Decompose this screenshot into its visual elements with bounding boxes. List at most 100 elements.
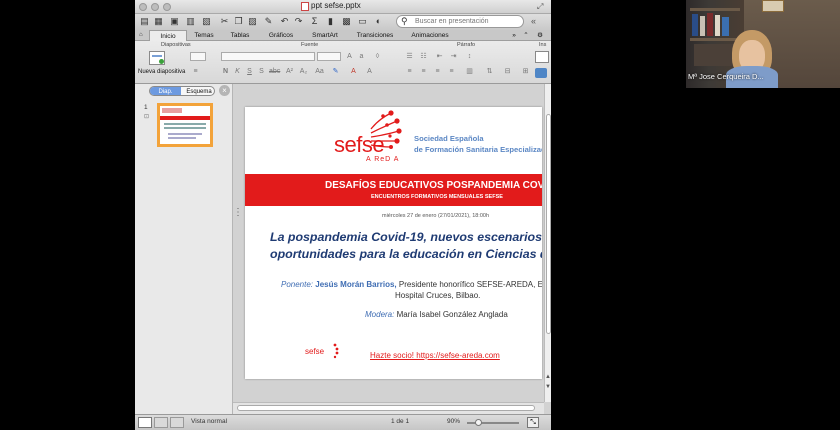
textbox-icon[interactable]: ▭ <box>357 16 368 27</box>
slide-transition-icon: ⊡ <box>144 114 150 120</box>
participant-video[interactable]: Mª Jose Cerqueira D... <box>686 0 840 88</box>
join-link[interactable]: Hazte socio! https://sefse-areda.com <box>370 351 500 360</box>
change-case-icon[interactable]: Aa <box>315 68 324 76</box>
print-icon[interactable]: ▧ <box>201 16 212 27</box>
templates-icon[interactable]: ▦ <box>153 16 164 27</box>
picture-icon[interactable]: ▩ <box>341 16 352 27</box>
scroll-up-icon[interactable]: ▲ <box>545 374 551 380</box>
sum-icon[interactable]: Σ <box>309 16 320 27</box>
fullscreen-icon[interactable]: ⤢ <box>537 2 543 12</box>
bullets-icon[interactable]: ☰ <box>405 53 414 61</box>
home-icon[interactable]: ⌂ <box>139 32 143 38</box>
align-center-icon[interactable]: ≡ <box>419 68 428 76</box>
zoom-slider[interactable] <box>467 419 519 426</box>
close-window-button[interactable] <box>139 3 147 11</box>
superscript-icon[interactable]: A² <box>285 68 294 76</box>
headline-line1: La pospandemia Covid-19, nuevos escenari… <box>270 230 542 244</box>
zoom-slider-thumb[interactable] <box>475 419 482 426</box>
fit-to-window-icon[interactable]: ⤡ <box>527 417 539 428</box>
close-pane-icon[interactable]: × <box>219 85 230 96</box>
zoom-window-button[interactable] <box>163 3 171 11</box>
group-label-insert: Ins <box>539 42 547 48</box>
justify-icon[interactable]: ≡ <box>447 68 456 76</box>
more-tabs-icon[interactable]: » <box>509 30 519 41</box>
tab-graficos[interactable]: Gráficos <box>265 30 297 41</box>
vertical-scroll-thumb[interactable] <box>546 114 551 334</box>
font-name-field[interactable] <box>221 52 315 61</box>
columns-icon[interactable]: ▥ <box>465 68 474 76</box>
shadow-icon[interactable]: S <box>257 68 266 76</box>
italic-icon[interactable]: K <box>233 68 242 76</box>
font-color-icon[interactable]: A <box>349 68 358 76</box>
tab-outline-view[interactable]: Esquema <box>182 87 214 95</box>
decrease-font-icon[interactable]: a <box>357 53 366 61</box>
line-spacing-icon[interactable]: ↕ <box>465 53 474 61</box>
cut-icon[interactable]: ✂ <box>219 16 230 27</box>
section-icon[interactable]: ≡ <box>191 68 200 76</box>
paste-icon[interactable]: ▨ <box>247 16 258 27</box>
collapse-ribbon-icon[interactable]: ⌃ <box>521 30 531 41</box>
text-direction-icon[interactable]: ⇅ <box>485 68 494 76</box>
align-text-icon[interactable]: ⊟ <box>503 68 512 76</box>
group-label-slides: Diapositivas <box>161 42 191 48</box>
society-name-line1: Sociedad Española <box>414 134 484 143</box>
decrease-indent-icon[interactable]: ⇤ <box>435 53 444 61</box>
tab-inicio[interactable]: Inicio <box>149 30 187 41</box>
tab-tablas[interactable]: Tablas <box>227 30 253 41</box>
pane-view-switch: Diap. Esquema <box>149 86 215 96</box>
minimize-window-button[interactable] <box>151 3 159 11</box>
sorter-view-icon[interactable] <box>154 417 168 428</box>
search-input[interactable]: Buscar en presentación <box>396 15 524 28</box>
ribbon-settings-icon[interactable]: ⚙ <box>533 30 547 41</box>
open-folder-icon[interactable]: ▣ <box>169 16 180 27</box>
scroll-down-icon[interactable]: ▼ <box>545 384 551 390</box>
save-icon[interactable]: ▥ <box>185 16 196 27</box>
format-painter-icon[interactable]: ✎ <box>263 16 274 27</box>
horizontal-scroll-thumb[interactable] <box>237 405 535 411</box>
zoom-level: 90% <box>447 418 461 425</box>
slide-thumbnail-1[interactable] <box>157 103 213 147</box>
collapse-toolbar-icon[interactable]: « <box>531 16 536 26</box>
zoom-icon[interactable]: ◐ <box>373 16 384 27</box>
shape-insert-icon[interactable] <box>535 68 547 78</box>
copy-icon[interactable]: ❐ <box>233 16 244 27</box>
society-name-line2: de Formación Sanitaria Especializada <box>414 145 542 154</box>
pane-resize-handle[interactable]: ⋮ <box>233 204 243 222</box>
tab-slides-view[interactable]: Diap. <box>150 87 181 95</box>
underline-icon[interactable]: S <box>245 68 254 76</box>
new-document-icon[interactable]: ▤ <box>139 16 150 27</box>
redo-icon[interactable]: ↷ <box>293 16 304 27</box>
numbering-icon[interactable]: ☷ <box>419 53 428 61</box>
text-effects-icon[interactable]: A <box>365 68 374 76</box>
align-right-icon[interactable]: ≡ <box>433 68 442 76</box>
highlight-icon[interactable]: ✎ <box>331 68 340 76</box>
align-left-icon[interactable]: ≡ <box>405 68 414 76</box>
undo-icon[interactable]: ↶ <box>279 16 290 27</box>
chart-icon[interactable]: ▮ <box>325 16 336 27</box>
slide-canvas[interactable]: sefse A ReD A Sociedad Española de Forma… <box>245 107 542 379</box>
smartart-convert-icon[interactable]: ⊞ <box>521 68 530 76</box>
strikethrough-icon[interactable]: abc <box>269 68 280 76</box>
tab-animaciones[interactable]: Animaciones <box>407 30 453 41</box>
slideshow-view-icon[interactable] <box>170 417 184 428</box>
subscript-icon[interactable]: A₂ <box>299 68 308 76</box>
slide-editor: ⋮ sefse A ReD A Sociedad Española de For… <box>233 84 551 414</box>
moderator-name: María Isabel González Anglada <box>396 310 508 319</box>
layout-dropdown[interactable] <box>190 52 206 61</box>
moderator-label: Modera: <box>365 310 395 319</box>
vertical-scrollbar[interactable]: ▲ ▼ <box>544 84 551 402</box>
normal-view-icon[interactable] <box>138 417 152 428</box>
clear-format-icon[interactable]: ◊ <box>373 53 382 61</box>
tab-temas[interactable]: Temas <box>191 30 217 41</box>
increase-indent-icon[interactable]: ⇥ <box>449 53 458 61</box>
new-slide-icon[interactable] <box>149 51 165 65</box>
font-size-field[interactable] <box>317 52 341 61</box>
bold-icon[interactable]: N <box>221 68 230 76</box>
horizontal-scrollbar[interactable] <box>233 402 544 414</box>
participant-name: Mª Jose Cerqueira D... <box>688 72 764 81</box>
tab-transiciones[interactable]: Transiciones <box>353 30 397 41</box>
tab-smartart[interactable]: SmartArt <box>307 30 343 41</box>
increase-font-icon[interactable]: A <box>345 53 354 61</box>
new-slide-button[interactable]: Nueva diapositiva <box>138 69 185 75</box>
textbox-insert-icon[interactable] <box>535 51 549 63</box>
